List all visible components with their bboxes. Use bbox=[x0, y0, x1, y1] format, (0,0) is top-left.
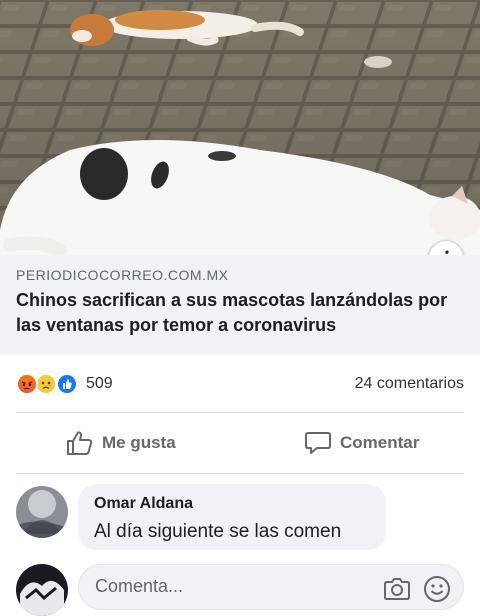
reaction-count[interactable]: 509 bbox=[86, 375, 113, 393]
cats-on-pavement-image bbox=[0, 0, 480, 255]
link-headline[interactable]: Chinos sacrifican a sus mascotas lanzánd… bbox=[16, 288, 471, 338]
like-reaction-icon bbox=[56, 373, 78, 395]
comments-count-link[interactable]: 24 comentarios bbox=[355, 375, 464, 393]
post-image[interactable] bbox=[0, 0, 480, 255]
angry-reaction-icon bbox=[16, 373, 38, 395]
sad-reaction-icon bbox=[35, 373, 57, 395]
link-domain: PERIODICOCORREO.COM.MX bbox=[16, 267, 229, 283]
divider bbox=[16, 412, 464, 413]
comment-bubble[interactable]: Omar Aldana Al día siguiente se las come… bbox=[78, 484, 386, 550]
camera-icon[interactable] bbox=[383, 575, 411, 601]
commenter-name[interactable]: Omar Aldana bbox=[94, 495, 193, 513]
thumbs-up-icon bbox=[67, 431, 93, 455]
comment-label: Comentar bbox=[340, 433, 420, 452]
current-user-avatar[interactable] bbox=[16, 564, 68, 616]
post-actions: Me gusta Comentar bbox=[0, 414, 480, 472]
commenter-avatar[interactable] bbox=[16, 486, 68, 538]
reactions-summary[interactable]: 509 24 comentarios bbox=[0, 367, 480, 401]
comment-button[interactable]: Comentar bbox=[304, 414, 419, 472]
comment-input-placeholder: Comenta... bbox=[95, 576, 184, 596]
comment-item: Omar Aldana Al día siguiente se las come… bbox=[0, 484, 480, 552]
comment-bubble-icon bbox=[305, 432, 331, 454]
like-button[interactable]: Me gusta bbox=[66, 414, 176, 472]
comment-input[interactable]: Comenta... bbox=[78, 564, 464, 610]
divider bbox=[16, 473, 464, 474]
comment-composer: Comenta... bbox=[0, 562, 480, 616]
like-label: Me gusta bbox=[102, 433, 176, 452]
link-preview[interactable]: PERIODICOCORREO.COM.MX Chinos sacrifican… bbox=[0, 255, 480, 355]
comment-text: Al día siguiente se las comen bbox=[94, 521, 342, 542]
